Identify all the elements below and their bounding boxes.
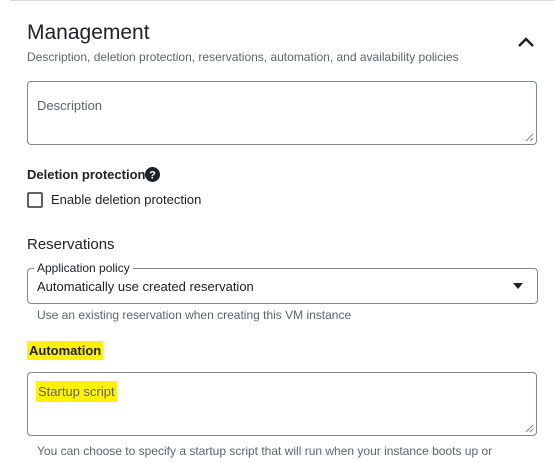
application-policy-value: Automatically use created reservation xyxy=(37,279,254,294)
deletion-protection-checkbox[interactable] xyxy=(27,192,43,208)
startup-script-help-text: You can choose to specify a startup scri… xyxy=(37,444,493,458)
automation-label: Automation xyxy=(27,341,104,360)
reservations-heading: Reservations xyxy=(27,236,115,253)
resize-handle-icon[interactable] xyxy=(525,424,534,433)
section-subtitle: Description, deletion protection, reserv… xyxy=(27,50,459,64)
description-textarea[interactable]: Description xyxy=(27,81,537,145)
svg-text:?: ? xyxy=(149,170,156,182)
chevron-up-icon[interactable] xyxy=(517,36,535,48)
dropdown-arrow-icon xyxy=(513,283,523,289)
application-policy-select[interactable]: Application policy Automatically use cre… xyxy=(27,261,538,304)
startup-script-placeholder: Startup script xyxy=(36,381,117,402)
startup-script-textarea[interactable]: Startup script xyxy=(27,372,537,436)
deletion-protection-label: Deletion protection xyxy=(27,167,146,182)
section-top-divider xyxy=(10,0,555,1)
application-policy-label: Application policy xyxy=(34,261,133,275)
deletion-protection-checkbox-label[interactable]: Enable deletion protection xyxy=(51,192,201,207)
description-placeholder: Description xyxy=(37,98,103,113)
reservation-hint: Use an existing reservation when creatin… xyxy=(37,308,352,322)
resize-handle-icon[interactable] xyxy=(525,133,534,142)
section-title: Management xyxy=(27,21,150,44)
help-circle-icon[interactable]: ? xyxy=(145,167,160,182)
